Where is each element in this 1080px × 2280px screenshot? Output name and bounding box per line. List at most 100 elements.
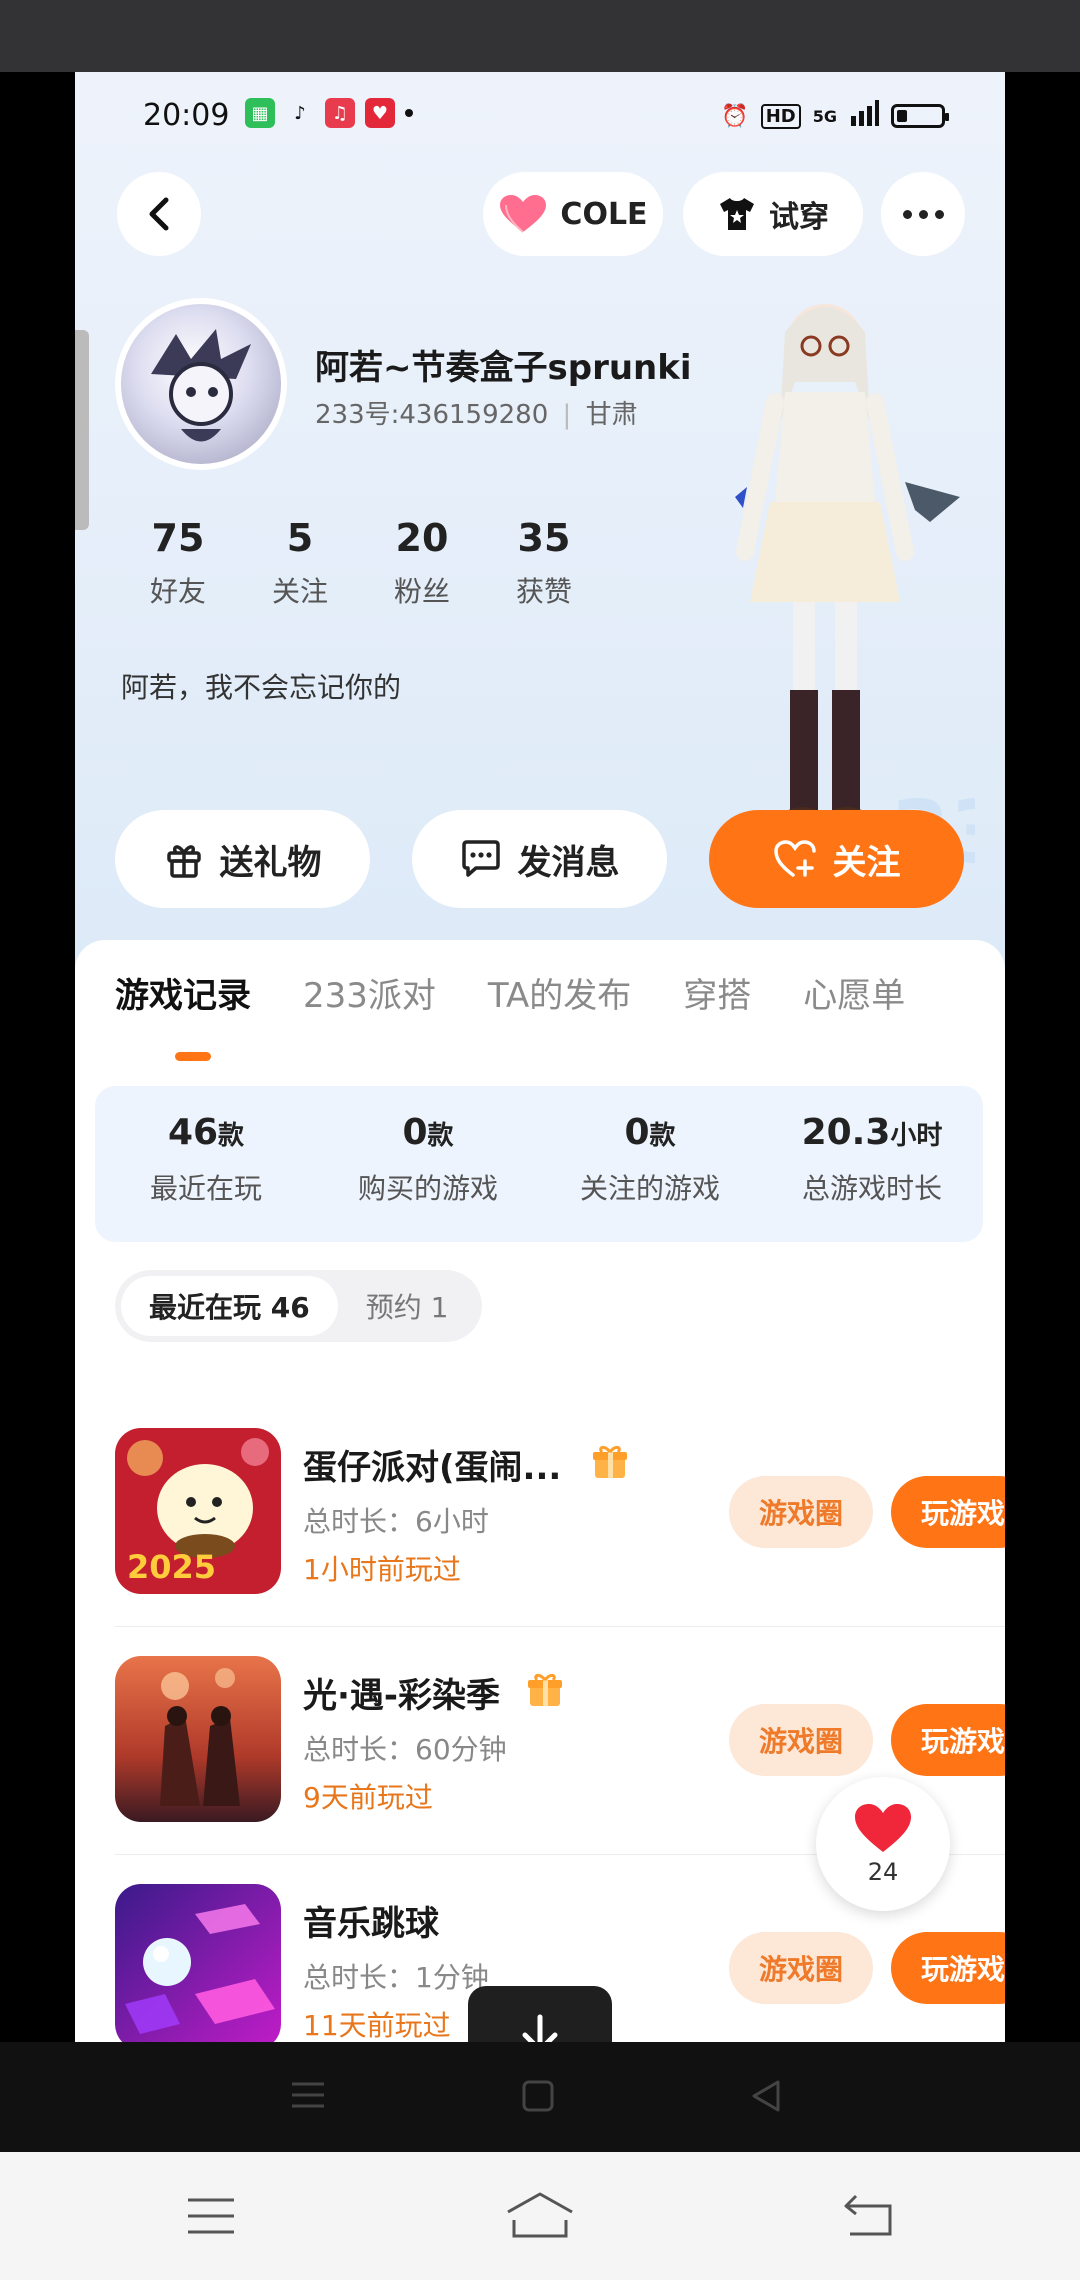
stat-friends-label: 好友 xyxy=(149,575,206,608)
app-notification-icon: ▦ xyxy=(245,98,275,128)
svg-text:2025: 2025 xyxy=(127,1548,216,1586)
tab-posts[interactable]: TA的发布 xyxy=(488,968,631,1017)
home-icon[interactable] xyxy=(504,2190,576,2240)
stat-fans-num: 20 xyxy=(395,516,449,560)
tiktok-icon: ♪ xyxy=(294,102,306,124)
more-icon xyxy=(902,209,944,219)
segment-reserve[interactable]: 预约 1 xyxy=(338,1276,477,1336)
status-bar: 20:09 ▦ ♪ ♫ ♥ ⏰ HD 5G xyxy=(75,92,1005,142)
like-floating-button[interactable]: 24 xyxy=(816,1777,950,1911)
avatar[interactable] xyxy=(115,298,287,470)
left-frame xyxy=(0,72,75,2152)
home-icon[interactable] xyxy=(520,2078,556,2114)
network-label: 5G xyxy=(812,106,837,126)
stat-likes[interactable]: 35 获赞 xyxy=(483,516,605,610)
signal-icon xyxy=(849,100,879,132)
stat-following-label: 关注 xyxy=(271,575,328,608)
status-right: ⏰ HD 5G xyxy=(721,100,949,132)
game-icon[interactable]: 2025 xyxy=(115,1428,281,1594)
summary-playtime[interactable]: 20.3小时 总游戏时长 xyxy=(761,1086,983,1242)
message-icon xyxy=(461,840,500,877)
play-game-button[interactable]: 玩游戏 xyxy=(891,1476,1005,1548)
stat-fans[interactable]: 20 粉丝 xyxy=(361,516,483,610)
game-summary: 46款 最近在玩 0款 购买的游戏 0款 关注的游戏 20.3小时 总游戏时长 xyxy=(95,1086,983,1242)
side-handle[interactable] xyxy=(75,330,89,530)
summary-purchased-value: 0款 xyxy=(402,1112,454,1153)
stat-friends-num: 75 xyxy=(151,516,205,560)
summary-purchased-label: 购买的游戏 xyxy=(357,1172,498,1205)
chevron-left-icon xyxy=(149,197,169,231)
back-triangle-icon[interactable] xyxy=(748,2078,784,2114)
send-gift-button[interactable]: 送礼物 xyxy=(115,810,370,908)
notification-icons: ▦ ♪ ♫ ♥ xyxy=(245,98,413,128)
hd-icon: HD xyxy=(760,103,801,129)
summary-recent-value: 46款 xyxy=(167,1112,245,1153)
follow-label: 关注 xyxy=(832,842,901,883)
summary-playtime-value: 20.3小时 xyxy=(801,1112,943,1153)
game-circle-button[interactable]: 游戏圈 xyxy=(729,1476,873,1548)
game-duration: 总时长：60分钟 xyxy=(303,1733,507,1766)
game-name: 音乐跳球 xyxy=(303,1904,439,1944)
tshirt-icon xyxy=(720,198,754,230)
follow-button[interactable]: 关注 xyxy=(709,810,964,908)
play-game-button[interactable]: 玩游戏 xyxy=(891,1704,1005,1776)
play-game-button[interactable]: 玩游戏 xyxy=(891,1932,1005,2004)
bio: 阿若，我不会忘记你的 xyxy=(121,671,402,704)
game-icon[interactable] xyxy=(115,1884,281,2042)
segment-recent[interactable]: 最近在玩 46 xyxy=(121,1276,338,1336)
game-circle-button[interactable]: 游戏圈 xyxy=(729,1704,873,1776)
tab-wishlist[interactable]: 心愿单 xyxy=(803,968,905,1017)
tab-game-records[interactable]: 游戏记录 xyxy=(115,968,251,1017)
summary-purchased[interactable]: 0款 购买的游戏 xyxy=(317,1086,539,1242)
stat-likes-num: 35 xyxy=(517,516,571,560)
recent-segment: 最近在玩 46 预约 1 xyxy=(115,1270,483,1342)
summary-followed-label: 关注的游戏 xyxy=(579,1172,720,1205)
tab-outfits[interactable]: 穿搭 xyxy=(683,968,751,1017)
game-last-played: 11天前玩过 xyxy=(303,2009,451,2042)
like-count: 24 xyxy=(867,1858,899,1886)
gift-badge-icon xyxy=(593,1445,627,1478)
device-top-bar xyxy=(0,0,1080,72)
back-icon[interactable] xyxy=(840,2192,894,2238)
summary-recent-label: 最近在玩 xyxy=(149,1172,262,1205)
game-circle-button[interactable]: 游戏圈 xyxy=(729,1932,873,2004)
music-icon: ♫ xyxy=(325,98,355,128)
battery-icon xyxy=(891,104,949,128)
user-id: 233号:436159280 xyxy=(315,400,549,430)
game-last-played: 1小时前玩过 xyxy=(303,1553,461,1586)
system-nav-bar xyxy=(0,2152,1080,2280)
stat-friends[interactable]: 75 好友 xyxy=(117,516,239,610)
back-button[interactable] xyxy=(117,172,201,256)
send-message-label: 发消息 xyxy=(517,842,620,883)
profile-stats: 75 好友 5 关注 20 粉丝 35 获赞 xyxy=(117,516,605,610)
list-item[interactable]: 2025 蛋仔派对(蛋闹... 总时长：6小时 1小时前玩过 游戏圈 玩游戏 xyxy=(115,1428,1005,1628)
tab-233-party[interactable]: 233派对 xyxy=(303,968,436,1017)
heart-icon xyxy=(500,195,547,233)
inner-nav-bar xyxy=(0,2042,1080,2152)
gift-icon xyxy=(166,845,201,878)
app-screen: 20:09 ▦ ♪ ♫ ♥ ⏰ HD 5G COLE 试穿 阿若~节奏盒子spr… xyxy=(75,72,1005,2042)
stat-following[interactable]: 5 关注 xyxy=(239,516,361,610)
region: 甘肃 xyxy=(585,400,638,430)
try-label: 试穿 xyxy=(769,200,829,235)
more-button[interactable] xyxy=(881,172,965,256)
heart-icon xyxy=(855,1804,911,1852)
divider xyxy=(115,1626,1005,1627)
stat-fans-label: 粉丝 xyxy=(393,575,450,608)
tab-bar: 游戏记录 233派对 TA的发布 穿搭 心愿单 xyxy=(115,968,905,1017)
right-frame xyxy=(1005,72,1080,2152)
game-name: 光·遇-彩染季 xyxy=(303,1676,501,1716)
status-time: 20:09 xyxy=(143,98,230,133)
stat-likes-label: 获赞 xyxy=(515,575,572,608)
menu-icon[interactable] xyxy=(290,2080,326,2110)
try-on-button[interactable]: 试穿 xyxy=(683,172,863,256)
game-duration: 总时长：6小时 xyxy=(303,1505,489,1538)
cole-button[interactable]: COLE xyxy=(483,172,663,256)
summary-recent[interactable]: 46款 最近在玩 xyxy=(95,1086,317,1242)
menu-icon[interactable] xyxy=(186,2196,236,2236)
game-icon[interactable] xyxy=(115,1656,281,1822)
gift-badge-icon xyxy=(528,1673,562,1706)
send-message-button[interactable]: 发消息 xyxy=(412,810,667,908)
avatar-character-illustration[interactable]: 33 xyxy=(675,272,975,872)
summary-followed[interactable]: 0款 关注的游戏 xyxy=(539,1086,761,1242)
